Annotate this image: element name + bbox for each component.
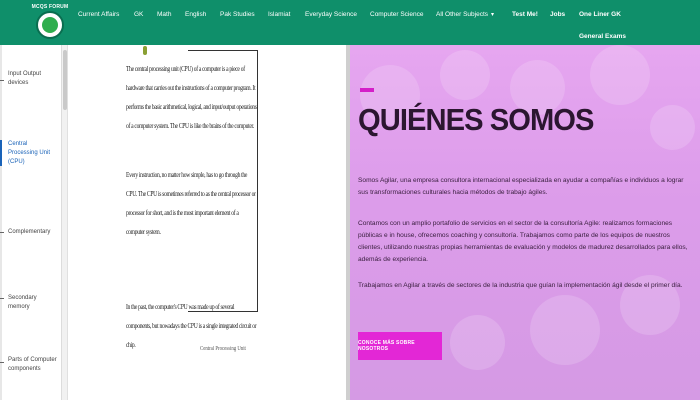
- logo-emblem-icon: [42, 17, 58, 33]
- sidebar-tick: [0, 298, 4, 299]
- topic-sidebar: [0, 45, 62, 400]
- hero-paragraph: Contamos con un amplio portafolio de ser…: [358, 220, 688, 263]
- hero-paragraph: Somos Agilar, una empresa consultora int…: [358, 177, 684, 196]
- nav-everyday-science[interactable]: Everyday Science: [305, 11, 357, 18]
- site-logo[interactable]: [36, 11, 64, 39]
- learn-more-button[interactable]: CONOCE MÁS SOBRE NOSOTROS: [358, 332, 442, 360]
- nav-all-other-subjects[interactable]: All Other Subjects ▾: [436, 11, 494, 18]
- document-paragraph: Every instruction, no matter how simple,…: [126, 171, 256, 236]
- nav-islamiat[interactable]: Islamiat: [268, 11, 290, 18]
- scrollbar-thumb[interactable]: [63, 50, 67, 110]
- hero-paragraph: Trabajamos en Agilar a través de sectore…: [358, 282, 683, 289]
- nav-gk[interactable]: GK: [134, 11, 143, 18]
- sidebar-item-complementary[interactable]: Complementary: [8, 228, 58, 237]
- crowd-photo-shape: [590, 45, 650, 105]
- document-paragraph: The central processing unit (CPU) of a c…: [126, 65, 257, 130]
- logo-text: MCQS FORUM: [31, 4, 69, 10]
- sidebar-tick: [0, 232, 4, 233]
- nav-general-exams[interactable]: General Exams: [579, 33, 626, 40]
- nav-one-liner-gk[interactable]: One Liner GK: [579, 11, 621, 18]
- nav-current-affairs[interactable]: Current Affairs: [78, 11, 119, 18]
- nav-jobs[interactable]: Jobs: [550, 11, 565, 18]
- chevron-down-icon: ▾: [491, 12, 495, 18]
- sidebar-active-marker: [0, 140, 2, 166]
- crowd-photo-shape: [450, 315, 505, 370]
- nav-all-other-subjects-label: All Other Subjects: [436, 11, 489, 18]
- title-accent-bar: [360, 88, 374, 92]
- sidebar-item-input-output[interactable]: Input Output devices: [8, 70, 58, 88]
- sidebar-tick: [0, 80, 4, 81]
- hero-title: QUIÉNES SOMOS: [358, 102, 594, 137]
- sidebar-item-parts-of-computer[interactable]: Parts of Computer components: [8, 356, 58, 374]
- crowd-photo-shape: [650, 105, 695, 150]
- nav-math[interactable]: Math: [157, 11, 171, 18]
- nav-english[interactable]: English: [185, 11, 206, 18]
- nav-test-me[interactable]: Test Me!: [512, 11, 538, 18]
- sidebar-item-cpu[interactable]: Central Processing Unit (CPU): [8, 140, 58, 167]
- sidebar-tick: [0, 362, 4, 363]
- pin-icon: [143, 46, 147, 55]
- document-caption: Central Processing Unit: [200, 346, 246, 352]
- crowd-photo-shape: [530, 295, 600, 365]
- nav-pak-studies[interactable]: Pak Studies: [220, 11, 255, 18]
- crowd-photo-shape: [440, 50, 490, 100]
- sidebar-track: [0, 45, 2, 400]
- nav-computer-science[interactable]: Computer Science: [370, 11, 423, 18]
- sidebar-item-secondary-memory[interactable]: Secondary memory: [8, 294, 58, 312]
